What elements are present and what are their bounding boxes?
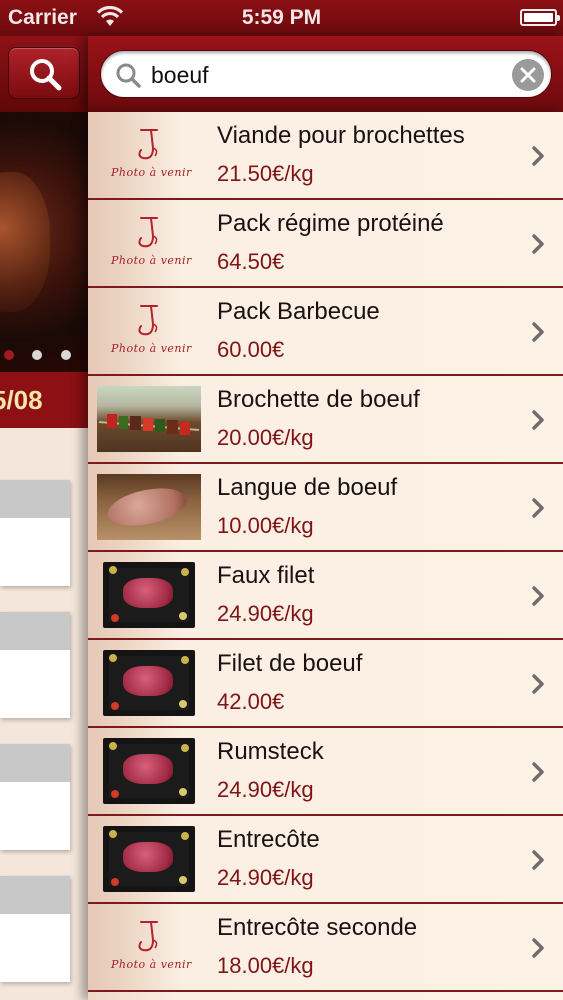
home-card[interactable] bbox=[0, 612, 70, 718]
chevron-right-icon bbox=[531, 761, 545, 788]
page-dot bbox=[32, 350, 42, 360]
list-item[interactable]: Filet de boeuf 42.00€ bbox=[88, 640, 563, 728]
product-price: 18.00€/kg bbox=[217, 953, 314, 978]
product-photo bbox=[103, 650, 195, 716]
product-name: Pack régime protéiné bbox=[217, 210, 444, 237]
battery-icon bbox=[520, 9, 560, 26]
search-header: boeuf bbox=[88, 36, 563, 112]
product-name: Pack Barbecue bbox=[217, 298, 380, 325]
clock: 5:59 PM bbox=[241, 6, 322, 29]
banner-date: 5/08 bbox=[0, 372, 88, 428]
page-dot bbox=[4, 350, 14, 360]
placeholder-image: Photo à venir bbox=[97, 122, 201, 188]
list-item[interactable]: Entrecôte 24.90€/kg bbox=[88, 816, 563, 904]
product-price: 20.00€/kg bbox=[217, 425, 314, 450]
chevron-right-icon bbox=[531, 233, 545, 260]
product-name: Brochette de boeuf bbox=[217, 386, 420, 413]
product-price: 42.00€ bbox=[217, 689, 285, 714]
close-icon bbox=[520, 67, 536, 83]
product-price: 64.50€ bbox=[217, 249, 285, 274]
list-item[interactable]: Langue de boeuf 10.00€/kg bbox=[88, 464, 563, 552]
product-photo bbox=[103, 738, 195, 804]
product-price: 10.00€/kg bbox=[217, 513, 314, 538]
chevron-right-icon bbox=[531, 849, 545, 876]
list-item[interactable]: Photo à venir Pack régime protéiné 64.50€ bbox=[88, 200, 563, 288]
product-photo bbox=[103, 826, 195, 892]
placeholder-caption: Photo à venir bbox=[111, 254, 192, 267]
placeholder-image: Photo à venir bbox=[97, 298, 201, 364]
product-price: 24.90€/kg bbox=[217, 865, 314, 890]
logo-hook-icon bbox=[138, 921, 158, 952]
list-item[interactable]: Rumsteck 24.90€/kg bbox=[88, 728, 563, 816]
clear-search-button[interactable] bbox=[512, 59, 544, 91]
search-field[interactable]: boeuf bbox=[100, 50, 552, 98]
chevron-right-icon bbox=[531, 497, 545, 524]
list-item[interactable]: Photo à venir Pack Barbecue 60.00€ bbox=[88, 288, 563, 376]
placeholder-caption: Photo à venir bbox=[111, 958, 192, 971]
search-input[interactable]: boeuf bbox=[151, 62, 209, 89]
product-price: 24.90€/kg bbox=[217, 601, 314, 626]
placeholder-caption: Photo à venir bbox=[111, 342, 192, 355]
card-header bbox=[0, 876, 70, 914]
home-card[interactable] bbox=[0, 876, 70, 982]
page-dot bbox=[61, 350, 71, 360]
product-price: 24.90€/kg bbox=[217, 777, 314, 802]
product-photo bbox=[97, 474, 201, 540]
promo-banner[interactable] bbox=[0, 112, 88, 372]
chevron-right-icon bbox=[531, 937, 545, 964]
placeholder-image: Photo à venir bbox=[97, 210, 201, 276]
banner-image bbox=[0, 172, 50, 312]
placeholder-image: Photo à venir bbox=[97, 914, 201, 980]
chevron-right-icon bbox=[531, 585, 545, 612]
logo-hook-icon bbox=[138, 129, 158, 160]
card-header bbox=[0, 612, 70, 650]
product-name: Viande pour brochettes bbox=[217, 122, 465, 149]
product-price: 21.50€/kg bbox=[217, 161, 314, 186]
search-button[interactable] bbox=[8, 47, 80, 99]
banner-page-dots bbox=[0, 350, 88, 362]
product-price: 60.00€ bbox=[217, 337, 285, 362]
background-home-screen: 5/08 bbox=[0, 36, 88, 1000]
product-name: Faux filet bbox=[217, 562, 315, 589]
placeholder-caption: Photo à venir bbox=[111, 166, 192, 179]
product-photo bbox=[97, 386, 201, 452]
list-item[interactable]: Photo à venir Entrecôte seconde 18.00€/kg bbox=[88, 904, 563, 992]
home-header bbox=[0, 36, 88, 112]
product-name: Entrecôte seconde bbox=[217, 914, 418, 941]
list-item[interactable]: Brochette de boeuf 20.00€/kg bbox=[88, 376, 563, 464]
home-card[interactable] bbox=[0, 744, 70, 850]
logo-hook-icon bbox=[138, 217, 158, 248]
chevron-right-icon bbox=[531, 145, 545, 172]
product-name: Entrecôte bbox=[217, 826, 320, 853]
logo-hook-icon bbox=[138, 305, 158, 336]
product-photo bbox=[103, 562, 195, 628]
chevron-right-icon bbox=[531, 673, 545, 700]
card-header bbox=[0, 480, 70, 518]
status-bar: Carrier 5:59 PM bbox=[0, 0, 563, 36]
product-name: Rumsteck bbox=[217, 738, 324, 765]
home-card[interactable] bbox=[0, 480, 70, 586]
chevron-right-icon bbox=[531, 409, 545, 436]
search-icon bbox=[116, 63, 141, 88]
list-item[interactable]: Photo à venir Viande pour brochettes 21.50… bbox=[88, 112, 563, 200]
search-results-list[interactable]: Photo à venir Viande pour brochettes 21.50… bbox=[88, 112, 563, 1000]
product-name: Langue de boeuf bbox=[217, 474, 398, 501]
list-item[interactable]: Faux filet 24.90€/kg bbox=[88, 552, 563, 640]
card-header bbox=[0, 744, 70, 782]
product-name: Filet de boeuf bbox=[217, 650, 363, 677]
chevron-right-icon bbox=[531, 321, 545, 348]
search-icon bbox=[30, 59, 62, 91]
